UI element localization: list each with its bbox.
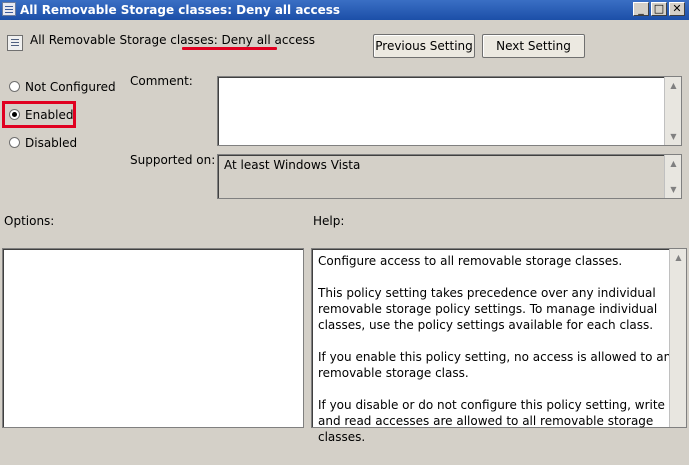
policy-name: All Removable Storage classes: Deny all … <box>30 33 315 47</box>
policy-setting-icon <box>7 35 23 51</box>
supported-on-label: Supported on: <box>130 153 216 167</box>
radio-not-configured[interactable]: Not Configured <box>9 79 116 95</box>
scroll-up-icon[interactable]: ▲ <box>672 251 685 264</box>
minimize-button[interactable]: _ <box>633 2 649 16</box>
help-paragraph: If you enable this policy setting, no ac… <box>318 350 679 380</box>
help-label: Help: <box>313 214 345 228</box>
scroll-down-icon[interactable]: ▼ <box>667 183 680 196</box>
help-paragraph: Configure access to all removable storag… <box>318 254 623 268</box>
maximize-button[interactable]: □ <box>651 2 667 16</box>
close-button[interactable]: ✕ <box>669 2 685 16</box>
previous-setting-button[interactable]: Previous Setting <box>373 34 475 58</box>
comment-scrollbar[interactable]: ▲ ▼ <box>664 77 681 145</box>
radio-not-configured-label: Not Configured <box>25 79 116 94</box>
radio-disabled[interactable]: Disabled <box>9 135 77 151</box>
scroll-up-icon[interactable]: ▲ <box>667 157 680 170</box>
help-pane[interactable]: Configure access to all removable storag… <box>311 248 687 444</box>
policy-name-prefix: All Removable Storage classes <box>30 33 214 47</box>
window-title: All Removable Storage classes: Deny all … <box>20 3 341 17</box>
supported-on-field: At least Windows Vista ▲ ▼ <box>217 154 682 199</box>
comment-value <box>218 77 681 83</box>
comment-label: Comment: <box>130 74 193 88</box>
help-paragraph: If you disable or do not configure this … <box>318 398 665 444</box>
options-label: Options: <box>4 214 55 228</box>
options-pane[interactable] <box>2 248 304 428</box>
radio-not-configured-circle[interactable] <box>9 81 20 92</box>
help-paragraph: This policy setting takes precedence ove… <box>318 286 658 332</box>
title-bar[interactable]: All Removable Storage classes: Deny all … <box>0 0 689 20</box>
supported-scrollbar[interactable]: ▲ ▼ <box>664 155 681 198</box>
annotation-highlight-box <box>2 101 76 128</box>
supported-on-value: At least Windows Vista <box>224 158 361 172</box>
scroll-up-icon[interactable]: ▲ <box>667 79 680 92</box>
scroll-down-icon[interactable]: ▼ <box>667 130 680 143</box>
policy-window-icon <box>2 2 16 16</box>
radio-disabled-label: Disabled <box>25 135 78 150</box>
help-scrollbar[interactable]: ▲ <box>669 249 686 427</box>
next-setting-button[interactable]: Next Setting <box>482 34 585 58</box>
annotation-underline <box>182 47 277 50</box>
policy-name-suffix: : Deny all access <box>213 33 315 47</box>
help-text: Configure access to all removable storag… <box>312 249 686 465</box>
radio-disabled-circle[interactable] <box>9 137 20 148</box>
comment-textarea[interactable]: ▲ ▼ <box>217 76 682 146</box>
